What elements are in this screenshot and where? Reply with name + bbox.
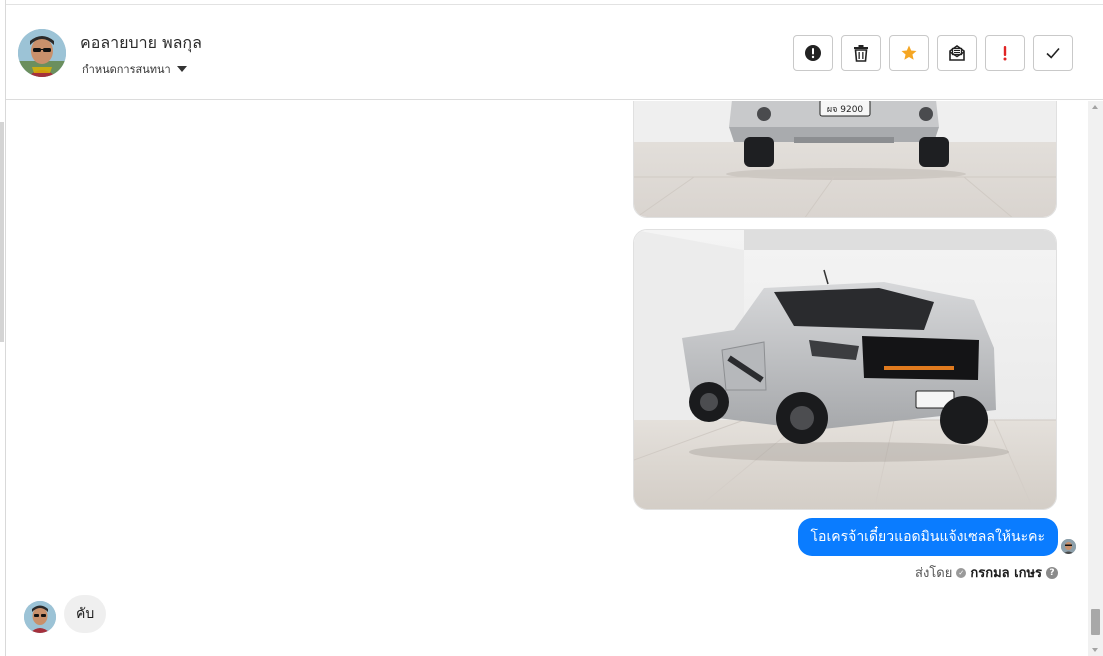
delete-button[interactable] xyxy=(841,35,881,71)
scroll-up-arrow-icon[interactable] xyxy=(1092,105,1098,109)
truck-photo-side[interactable] xyxy=(633,229,1057,510)
incoming-message[interactable]: คับ xyxy=(64,595,107,633)
contact-name: คอลายบาย พลกุล xyxy=(80,33,202,52)
agent-name[interactable]: กรกมล เกษร xyxy=(970,562,1042,583)
contact-avatar-small[interactable] xyxy=(24,601,56,633)
conversation-header: คอลายบาย พลกุล กำหนดการสนทนา xyxy=(6,5,1103,100)
assign-conversation-dropdown[interactable]: กำหนดการสนทนา xyxy=(82,60,187,78)
star-icon xyxy=(901,45,917,60)
alert-circle-button[interactable] xyxy=(793,35,833,71)
trash-icon xyxy=(854,45,868,62)
mark-important-button[interactable] xyxy=(985,35,1025,71)
caret-down-icon xyxy=(176,66,187,72)
incoming-message-text: คับ xyxy=(76,606,95,622)
sent-by-label: ส่งโดย xyxy=(915,566,953,581)
read-receipt-avatar xyxy=(1061,539,1076,554)
exclamation-icon xyxy=(1003,46,1007,61)
header-actions xyxy=(793,35,1073,71)
assign-label: กำหนดการสนทนา xyxy=(82,63,171,76)
mark-unread-button[interactable] xyxy=(937,35,977,71)
outgoing-message[interactable]: โอเครจ้าเดี๋ยวแอดมินแจ้งเซลลให้นะคะ xyxy=(797,518,1058,556)
thread-scrollbar[interactable] xyxy=(1088,101,1103,656)
outgoing-message-text: โอเครจ้าเดี๋ยวแอดมินแจ้งเซลลให้นะคะ xyxy=(810,529,1045,545)
scroll-down-arrow-icon[interactable] xyxy=(1092,648,1098,652)
alert-circle-icon xyxy=(805,45,821,61)
truck-photo-front[interactable]: ผจ 9200 xyxy=(633,101,1057,218)
star-button[interactable] xyxy=(889,35,929,71)
scrollbar-thumb[interactable] xyxy=(1091,609,1100,635)
mark-done-button[interactable] xyxy=(1033,35,1073,71)
sent-by-row: ส่งโดย ✓ กรกมล เกษร ? xyxy=(915,562,1058,583)
mark-unread-icon xyxy=(949,45,965,61)
plate-text: ผจ 9200 xyxy=(827,105,864,115)
check-icon xyxy=(1046,47,1060,59)
chat-window: คอลายบาย พลกุล กำหนดการสนทนา ผจ 9200 โอเ… xyxy=(0,0,1103,656)
message-thread: ผจ 9200 โอเครจ้าเดี๋ยวแอดมินแจ้งเซลลให้น… xyxy=(6,101,1088,656)
left-panel-scrollbar[interactable] xyxy=(0,122,4,342)
help-icon[interactable]: ? xyxy=(1046,566,1058,579)
contact-avatar[interactable] xyxy=(18,29,66,77)
verified-icon: ✓ xyxy=(956,567,967,578)
